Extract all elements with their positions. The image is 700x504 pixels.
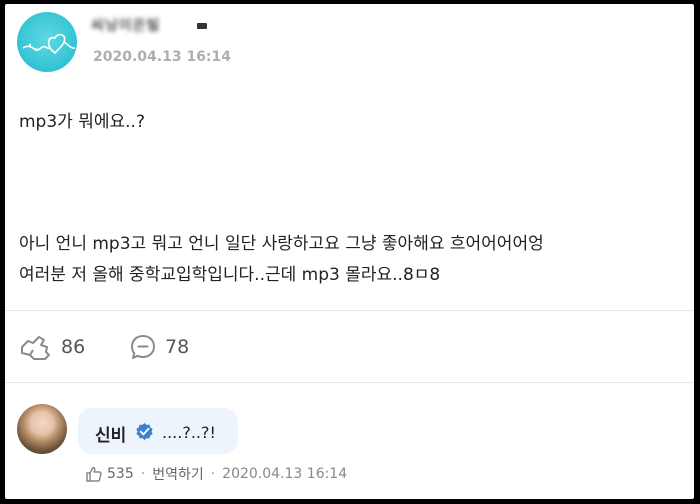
username-badge	[197, 23, 207, 29]
verified-check-icon	[136, 422, 153, 441]
comment-button[interactable]: 78	[129, 332, 189, 362]
heart-doodle-icon	[22, 33, 76, 55]
comment-bubble-icon	[131, 335, 155, 359]
like-button[interactable]: 86	[19, 332, 85, 362]
comment-count: 78	[165, 336, 190, 358]
avatar[interactable]	[17, 12, 77, 72]
meta-separator: ·	[210, 466, 216, 482]
thumbs-up-icon[interactable]	[85, 465, 103, 483]
post-card: 씨닝이은빌 2020.04.13 16:14 mp3가 뭐에요..? 아니 언니…	[5, 4, 694, 499]
post-text-line: 아니 언니 mp3고 뭐고 언니 일단 사랑하고요 그냥 좋아해요 흐어어어어엉	[19, 234, 544, 254]
comment-like-count: 535	[107, 466, 134, 482]
comment-author-name[interactable]: 신비	[95, 421, 126, 446]
comment-author-avatar[interactable]	[17, 404, 67, 454]
like-count: 86	[61, 336, 86, 358]
comment-text: ....?..?!	[162, 423, 216, 442]
post-text-line: 여러분 저 올해 중학교입학입니다..근데 mp3 몰라요..8ㅁ8	[19, 265, 441, 285]
post-text-line: mp3가 뭐에요..?	[19, 112, 145, 132]
like-hand-icon	[21, 336, 50, 360]
username[interactable]: 씨닝이은빌	[91, 15, 160, 35]
comment-meta: 535 · 번역하기 · 2020.04.13 16:14	[85, 463, 347, 485]
comment-timestamp: 2020.04.13 16:14	[222, 466, 348, 482]
meta-separator: ·	[140, 466, 146, 482]
divider	[5, 310, 694, 311]
translate-link[interactable]: 번역하기	[152, 464, 204, 484]
divider	[5, 382, 694, 383]
post-timestamp[interactable]: 2020.04.13 16:14	[93, 49, 231, 65]
